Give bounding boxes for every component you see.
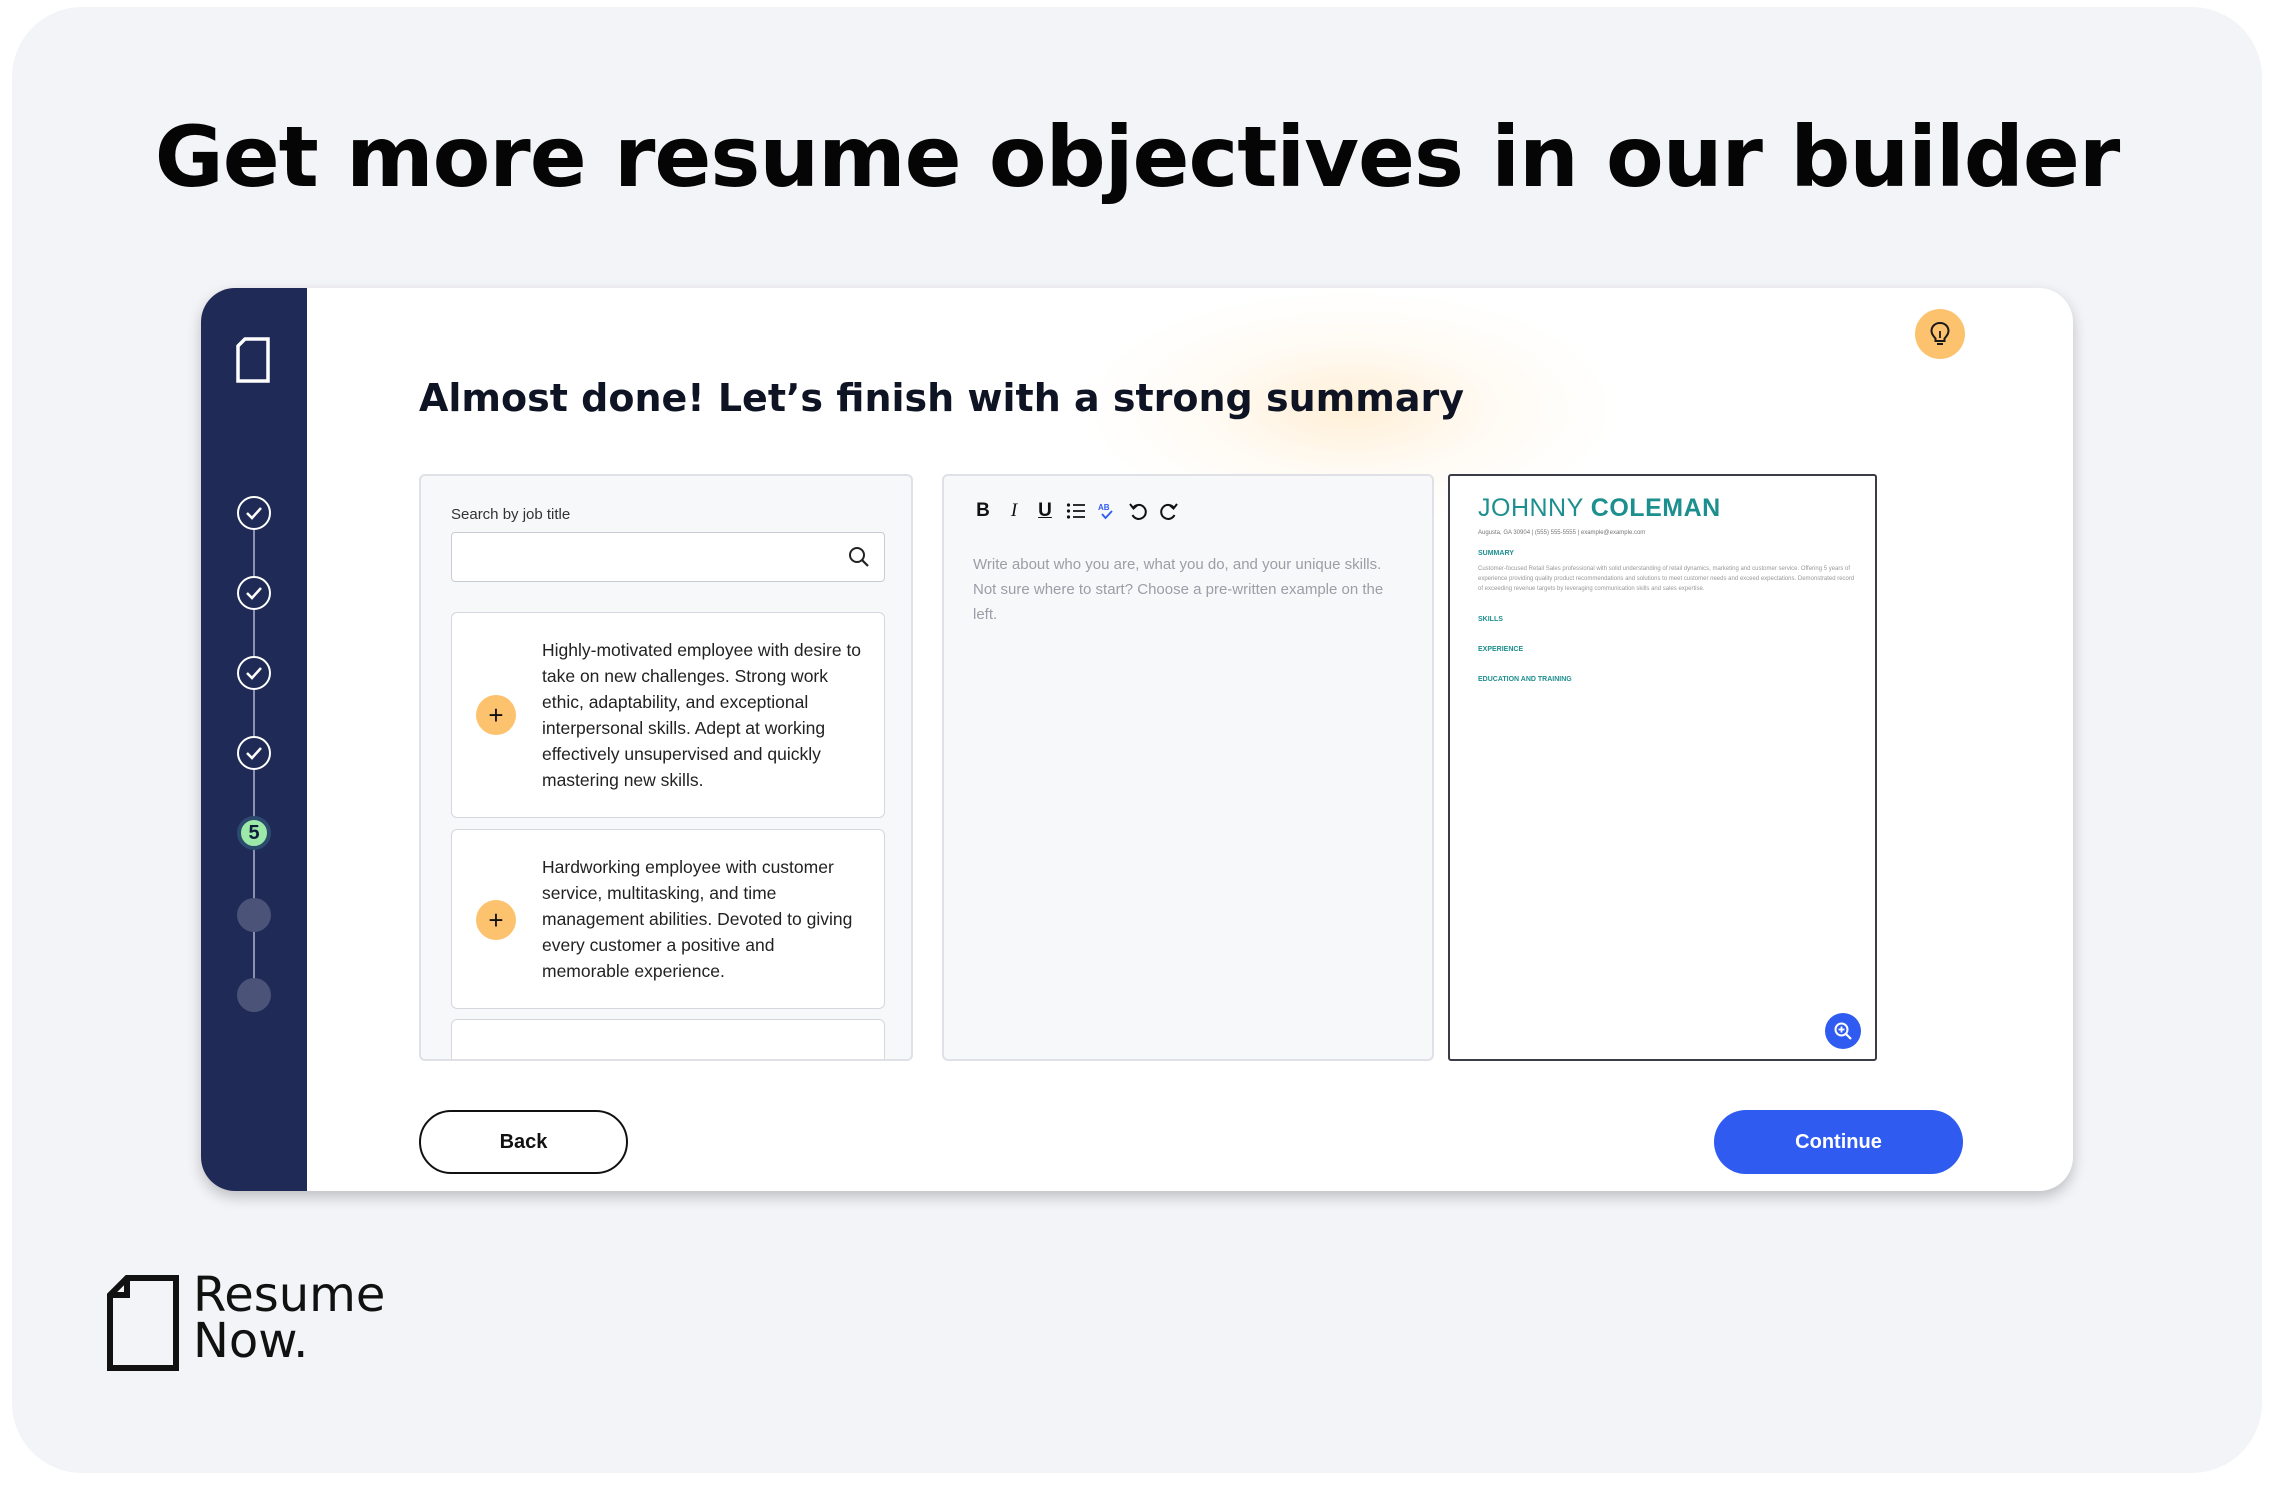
underline-button[interactable]: U <box>1034 500 1056 522</box>
document-icon[interactable] <box>235 336 271 384</box>
step-4-complete[interactable] <box>237 736 271 770</box>
headline: Get more resume objectives in our builde… <box>154 108 2121 206</box>
builder-window: 5 Almost done! Let’s finish with a stron… <box>201 288 2073 1191</box>
undo-button[interactable] <box>1127 500 1149 522</box>
step-3-complete[interactable] <box>237 656 271 690</box>
spellcheck-button[interactable]: AB <box>1096 500 1118 522</box>
zoom-in-icon <box>1834 1022 1852 1040</box>
resume-preview[interactable]: JOHNNY COLEMAN Augusta, GA 30904 | (555)… <box>1448 474 1877 1061</box>
plus-icon[interactable]: + <box>476 900 516 940</box>
preview-skills-heading: SKILLS <box>1478 616 1503 623</box>
step-6-upcoming <box>237 898 271 932</box>
preview-experience-heading: EXPERIENCE <box>1478 646 1524 653</box>
preview-first-name: JOHNNY <box>1478 494 1584 522</box>
search-label: Search by job title <box>451 506 571 523</box>
step-5-current[interactable]: 5 <box>237 816 271 850</box>
editor-toolbar: B I U AB <box>972 500 1180 522</box>
brand-logo-icon <box>107 1275 179 1371</box>
redo-button[interactable] <box>1158 500 1180 522</box>
examples-panel: Search by job title + Highly-motivated e… <box>419 474 913 1061</box>
editor-placeholder: Write about who you are, what you do, an… <box>973 556 1384 623</box>
search-icon[interactable] <box>848 546 870 568</box>
zoom-button[interactable] <box>1825 1013 1861 1049</box>
brand-wordmark: Resume Now. <box>193 1267 386 1369</box>
check-icon <box>246 667 262 680</box>
italic-button[interactable]: I <box>1003 500 1025 522</box>
lightbulb-icon <box>1930 321 1950 345</box>
page-title: Almost done! Let’s finish with a strong … <box>419 376 1464 420</box>
brand-line-2: Now. <box>193 1313 309 1369</box>
redo-icon <box>1160 503 1178 520</box>
preview-name: JOHNNY COLEMAN <box>1478 494 1721 523</box>
example-text: Hardworking employee with customer servi… <box>542 857 853 981</box>
preview-summary-heading: SUMMARY <box>1478 550 1514 557</box>
check-icon <box>246 507 262 520</box>
plus-icon[interactable]: + <box>476 695 516 735</box>
step-7-upcoming <box>237 978 271 1012</box>
back-button[interactable]: Back <box>419 1110 628 1174</box>
example-card[interactable]: + Highly-motivated employee with desire … <box>451 612 885 818</box>
check-icon <box>246 747 262 760</box>
step-2-complete[interactable] <box>237 576 271 610</box>
preview-summary-text: Customer-focused Retail Sales profession… <box>1478 566 1855 592</box>
preview-last-name: COLEMAN <box>1590 494 1721 522</box>
example-card-partial[interactable] <box>451 1019 885 1059</box>
list-icon <box>1066 503 1085 519</box>
preview-contact: Augusta, GA 30904 | (555) 555-5555 | exa… <box>1478 530 1646 536</box>
summary-editor[interactable]: B I U AB Write about who you are, what y… <box>942 474 1434 1061</box>
check-icon <box>246 587 262 600</box>
step-1-complete[interactable] <box>237 496 271 530</box>
search-input[interactable] <box>451 532 885 582</box>
continue-button[interactable]: Continue <box>1714 1110 1963 1174</box>
bulleted-list-button[interactable] <box>1065 500 1087 522</box>
example-text: Highly-motivated employee with desire to… <box>542 640 862 790</box>
sidebar: 5 <box>201 288 307 1191</box>
example-card[interactable]: + Hardworking employee with customer ser… <box>451 829 885 1009</box>
svg-text:AB: AB <box>1098 503 1110 512</box>
spellcheck-icon: AB <box>1098 503 1113 520</box>
bold-button[interactable]: B <box>972 500 994 522</box>
tips-button[interactable] <box>1915 309 1965 359</box>
preview-education-heading: EDUCATION AND TRAINING <box>1478 676 1572 683</box>
brand-line-1: Resume <box>193 1267 386 1323</box>
undo-icon <box>1129 503 1147 520</box>
